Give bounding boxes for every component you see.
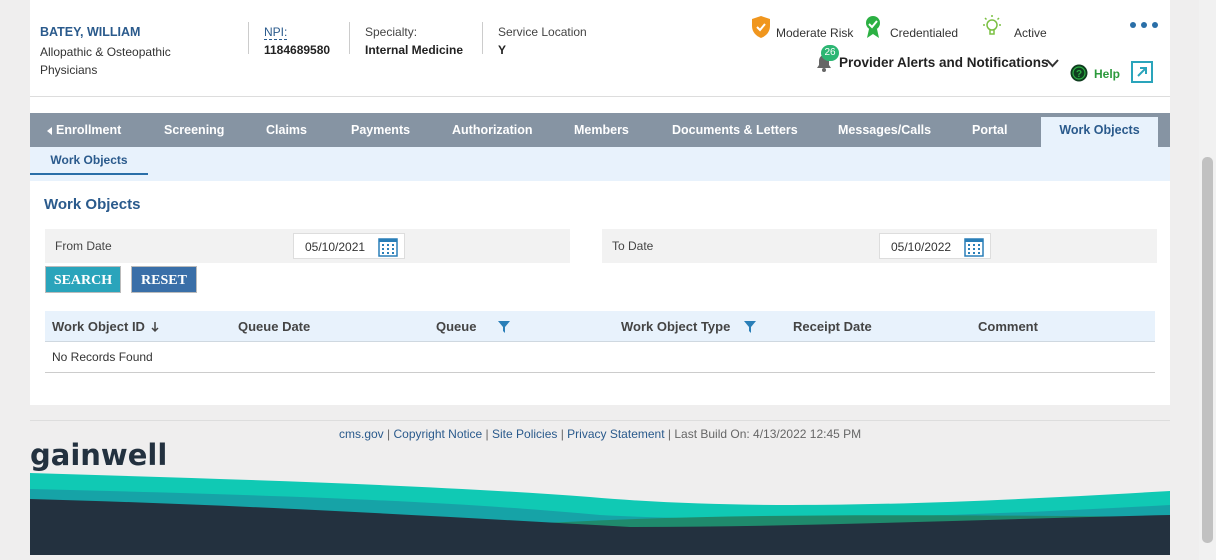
from-date-label: From Date [55,239,112,253]
filter-icon[interactable] [498,320,511,333]
help-icon[interactable]: ? [1070,64,1088,82]
column-receipt-date[interactable]: Receipt Date [793,319,872,334]
divider [482,22,483,54]
column-work-object-type[interactable]: Work Object Type [621,319,757,334]
filter-icon[interactable] [744,320,757,333]
tab-authorization[interactable]: Authorization [452,113,533,147]
service-location-label: Service Location [498,25,587,39]
footer-links: cms.gov | Copyright Notice | Site Polici… [339,427,862,441]
chevron-down-icon[interactable] [1046,58,1059,68]
chevron-left-icon[interactable] [47,127,53,135]
from-date-input[interactable]: 05/10/2021 [293,233,405,259]
from-date-row: From Date 05/10/2021 [45,229,570,263]
specialty-value: Internal Medicine [365,43,464,57]
to-date-input[interactable]: 05/10/2022 [879,233,991,259]
credential-label: Credentialed [890,26,959,40]
active-status: Active [980,14,1047,40]
divider [248,22,249,54]
service-location-value: Y [498,43,507,57]
link-privacy[interactable]: Privacy Statement [567,427,664,441]
external-link-icon[interactable] [1131,61,1153,83]
from-date-value: 05/10/2021 [305,240,366,254]
to-date-row: To Date 05/10/2022 [602,229,1157,263]
table-header: Work Object ID Queue Date Queue Work Obj… [45,311,1155,342]
calendar-icon[interactable] [964,237,984,257]
tab-portal[interactable]: Portal [972,113,1007,147]
ribbon-icon [866,16,880,38]
to-date-label: To Date [612,239,654,253]
tab-claims[interactable]: Claims [266,113,307,147]
help-link[interactable]: Help [1094,67,1120,81]
reset-button[interactable]: RESET [131,266,197,293]
section-title: Work Objects [44,196,141,213]
column-queue[interactable]: Queue [436,319,511,334]
column-queue-date[interactable]: Queue Date [238,319,310,334]
lightbulb-icon [983,15,1001,35]
credential-status: Credentialed [864,14,958,40]
tab-work-objects[interactable]: Work Objects [1041,117,1158,147]
footer-divider [30,420,1170,421]
tab-messages-calls[interactable]: Messages/Calls [838,113,931,147]
column-work-object-id[interactable]: Work Object ID [52,319,159,334]
provider-name[interactable]: BATEY, WILLIAM [40,25,140,39]
main-tab-bar: Enrollment Screening Claims Payments Aut… [30,113,1170,147]
to-date-value: 05/10/2022 [891,240,952,254]
footer-wave-graphic [30,473,1170,555]
risk-label: Moderate Risk [776,26,854,40]
risk-status: Moderate Risk [750,14,853,40]
column-comment[interactable]: Comment [978,319,1038,334]
provider-header: BATEY, WILLIAM Allopathic & Osteopathic … [30,0,1170,97]
calendar-icon[interactable] [378,237,398,257]
tab-enrollment[interactable]: Enrollment [56,113,121,147]
provider-type: Allopathic & Osteopathic Physicians [40,45,171,77]
active-label: Active [1014,26,1047,40]
link-site-policies[interactable]: Site Policies [492,427,557,441]
subtab-work-objects[interactable]: Work Objects [30,147,148,175]
sub-tab-bar: Work Objects [30,147,1170,181]
provider-alerts-dropdown[interactable]: Provider Alerts and Notifications [839,55,1049,70]
alert-count-badge: 26 [821,45,839,61]
tab-documents-letters[interactable]: Documents & Letters [672,113,798,147]
link-cms[interactable]: cms.gov [339,427,384,441]
tab-screening[interactable]: Screening [164,113,224,147]
tab-members[interactable]: Members [574,113,629,147]
shield-icon [752,16,770,38]
specialty-label: Specialty: [365,25,418,39]
svg-text:?: ? [1076,69,1082,80]
last-build: Last Build On: 4/13/2022 12:45 PM [674,427,862,441]
link-copyright[interactable]: Copyright Notice [393,427,482,441]
tab-payments[interactable]: Payments [351,113,410,147]
scrollbar-thumb[interactable] [1202,157,1213,543]
npi-label[interactable]: NPI: [264,25,288,40]
provider-card: BATEY, WILLIAM Allopathic & Osteopathic … [30,0,1170,405]
empty-message: No Records Found [52,350,153,364]
search-button[interactable]: SEARCH [45,266,121,293]
page-scrollbar[interactable] [1199,0,1216,560]
more-options-icon[interactable] [1130,22,1158,28]
sort-down-icon[interactable] [151,321,159,333]
npi-value: 1184689580 [264,43,331,57]
divider [349,22,350,54]
table-row: No Records Found [45,342,1155,373]
